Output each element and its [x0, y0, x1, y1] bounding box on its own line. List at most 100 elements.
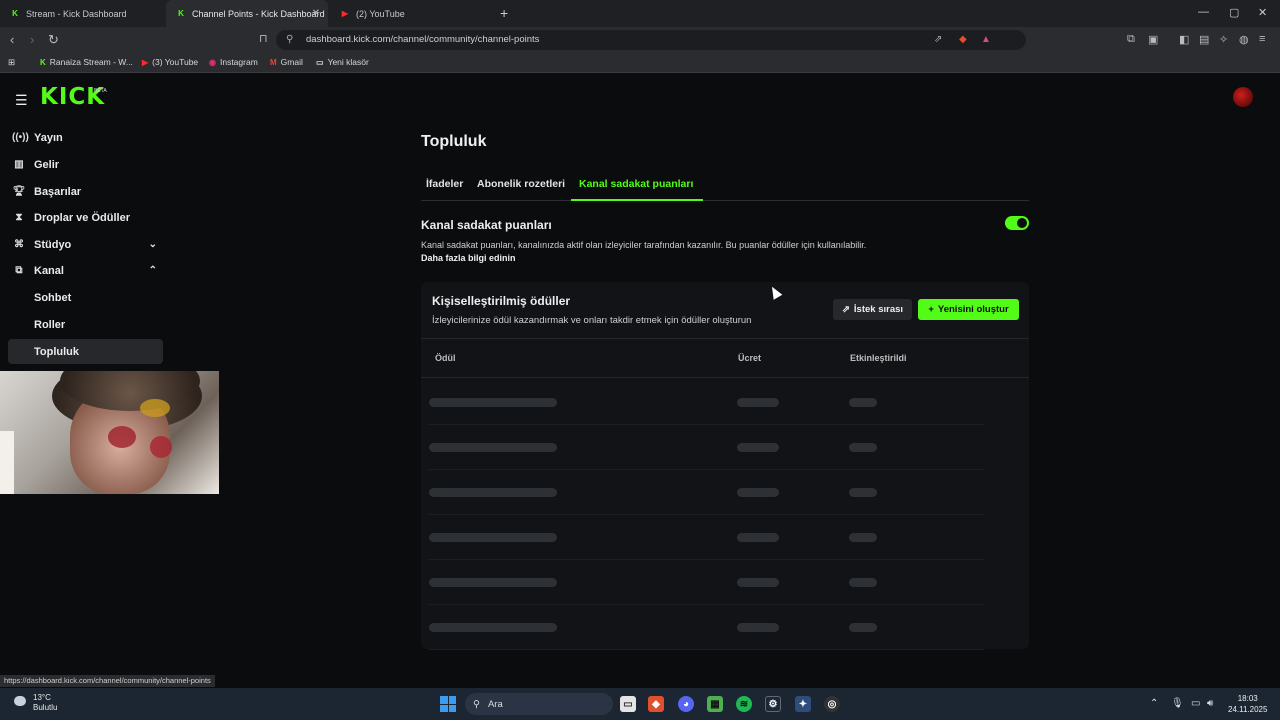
rewards-description: İzleyicilerinize ödül kazandırmak ve onl… [432, 315, 752, 326]
bookmark-icon[interactable]: ⊓ [259, 32, 268, 45]
gmail-icon: M [270, 57, 277, 67]
volume-icon[interactable]: 🔊︎ [1207, 698, 1213, 709]
bookmark-instagram[interactable]: ◉ Instagram [209, 57, 258, 67]
bookmark-gmail[interactable]: M Gmail [270, 57, 303, 67]
taskbar-search[interactable]: ⚲ Ara [465, 693, 613, 715]
sidebar-toggle-icon[interactable]: ◧ [1179, 33, 1189, 46]
share-icon[interactable]: ⇗ [934, 34, 942, 45]
browser-tab-youtube[interactable]: ▶ (2) YouTube [330, 0, 490, 27]
back-icon[interactable]: ‹ [10, 32, 14, 47]
maximize-icon[interactable]: ▢ [1229, 6, 1239, 19]
column-reward: Ödül [435, 353, 456, 363]
folder-icon: ▭ [316, 57, 324, 67]
leo-ai-icon[interactable]: ✧ [1219, 33, 1228, 46]
sidebar-item-roller[interactable]: Roller [8, 312, 163, 337]
column-cost: Ücret [738, 353, 762, 363]
youtube-icon: ▶ [142, 57, 149, 67]
app-icon[interactable]: ✦ [795, 696, 811, 712]
search-label: Ara [487, 698, 503, 710]
network-icon[interactable]: ▭ [1191, 698, 1200, 709]
sidebar-item-yayin[interactable]: ((•)) Yayın [8, 125, 163, 150]
browser-tab-channel-points[interactable]: K Channel Points - Kick Dashboard ✕ [166, 0, 328, 27]
loading-skeleton [849, 623, 877, 632]
sidebar-item-label: Roller [34, 318, 66, 331]
channel-points-toggle[interactable] [1005, 216, 1029, 230]
site-info-icon[interactable]: ⚲ [286, 34, 293, 45]
start-button[interactable] [440, 696, 456, 712]
microphone-icon[interactable]: 🎙︎ [1171, 698, 1184, 709]
loading-skeleton [429, 533, 557, 542]
sidebar-item-label: Topluluk [34, 345, 80, 358]
toggle-knob [1017, 218, 1027, 228]
tab-title: Channel Points - Kick Dashboard [192, 8, 325, 19]
vpn-icon[interactable]: ◍ [1239, 33, 1249, 46]
webcam-image-part [150, 436, 172, 458]
sidebar-item-label: Gelir [34, 158, 60, 171]
loading-skeleton [737, 533, 779, 542]
sidebar-item-sohbet[interactable]: Sohbet [8, 285, 163, 310]
hamburger-menu-icon[interactable]: ☰ [15, 92, 28, 109]
close-tab-icon[interactable]: ✕ [312, 8, 320, 19]
obs-icon[interactable]: ◎ [824, 696, 840, 712]
column-enabled: Etkinleştirildi [850, 353, 907, 363]
weather-temp: 13°C [33, 693, 51, 702]
menu-icon[interactable]: ≡ [1259, 33, 1265, 45]
sidebar-item-label: Yayın [34, 131, 63, 144]
tab-sub-badges[interactable]: Abonelik rozetleri [477, 178, 565, 190]
status-url: https://dashboard.kick.com/channel/commu… [0, 675, 215, 687]
sidebar-item-droplar[interactable]: ⧗ Droplar ve Ödüller [8, 205, 163, 230]
bookmark-folder[interactable]: ▭ Yeni klasör [316, 57, 369, 67]
webcam-image-part [0, 431, 14, 494]
create-new-button[interactable]: + Yenisini oluştur [918, 299, 1019, 320]
request-queue-button[interactable]: ⇗ İstek sırası [833, 299, 912, 320]
browser-tab-bar: K Stream - Kick Dashboard K Channel Poin… [0, 0, 1280, 27]
rewards-title: Kişiselleştirilmiş ödüller [432, 294, 571, 308]
task-view-icon[interactable]: ▭ [620, 696, 636, 712]
gift-icon: ⧗ [15, 212, 23, 223]
sidebar-item-gelir[interactable]: ▥ Gelir [8, 152, 163, 177]
browser-tab-stream[interactable]: K Stream - Kick Dashboard [0, 0, 165, 27]
new-tab-icon[interactable]: + [500, 5, 508, 21]
clock[interactable]: 18:03 24.11.2025 [1228, 693, 1267, 715]
kick-dashboard: ☰ KICK BETA ((•)) Yayın ▥ Gelir 🏆︎ Başar… [0, 74, 1280, 675]
learn-more-link[interactable]: Daha fazla bilgi edinin [421, 253, 516, 263]
brave-shield-icon[interactable]: ◆ [959, 34, 967, 45]
wallet-icon[interactable]: ▣ [1148, 33, 1158, 46]
sidebar-item-basarilar[interactable]: 🏆︎ Başarılar [8, 179, 163, 204]
apps-icon[interactable]: ⊞ [8, 57, 15, 68]
channel-icon: ⧉ [15, 265, 23, 276]
bookmark-ranaiza[interactable]: K Ranaiza Stream - W... [40, 57, 133, 67]
tab-emotes[interactable]: İfadeler [426, 178, 463, 190]
forward-icon[interactable]: › [30, 32, 34, 47]
external-link-icon: ⇗ [841, 304, 850, 315]
minecraft-icon[interactable]: ▦ [707, 696, 723, 712]
steam-icon[interactable]: ⚙ [765, 696, 781, 712]
loading-skeleton [849, 488, 877, 497]
weather-desc: Bulutlu [33, 703, 58, 712]
loading-skeleton [849, 443, 877, 452]
minimize-icon[interactable]: — [1198, 6, 1209, 18]
reload-icon[interactable]: ↻ [48, 32, 59, 48]
spotify-icon[interactable]: ≋ [736, 696, 752, 712]
rewards-icon[interactable]: ▲ [981, 34, 991, 45]
avatar[interactable] [1233, 87, 1253, 107]
bookmark-youtube[interactable]: ▶ (3) YouTube [142, 57, 198, 67]
brave-icon[interactable]: ◆ [648, 696, 664, 712]
weather-widget[interactable]: 13°C Bulutlu [33, 693, 57, 713]
sidebar-item-topluluk[interactable]: Topluluk [8, 339, 163, 364]
plus-icon: + [928, 304, 934, 315]
section-title: Kanal sadakat puanları [421, 218, 552, 232]
wallet-icon[interactable]: ▤ [1199, 33, 1209, 46]
close-window-icon[interactable]: ✕ [1258, 6, 1267, 19]
address-bar[interactable]: ⚲ dashboard.kick.com/channel/community/c… [276, 30, 1026, 50]
sidebar-item-kanal[interactable]: ⧉ Kanal ⌃ [8, 258, 163, 283]
loading-skeleton [737, 443, 779, 452]
tray-overflow-icon[interactable]: ⌃ [1150, 698, 1158, 709]
loading-skeleton [737, 398, 779, 407]
tab-channel-points[interactable]: Kanal sadakat puanları [579, 178, 693, 190]
webcam-image-part [140, 399, 170, 417]
extensions-icon[interactable]: ⧉ [1127, 33, 1135, 46]
chevron-up-icon: ⌃ [148, 265, 157, 276]
sidebar-item-studyo[interactable]: ⌘ Stüdyo ⌄ [8, 232, 163, 257]
discord-icon[interactable]: ◕ [678, 696, 694, 712]
